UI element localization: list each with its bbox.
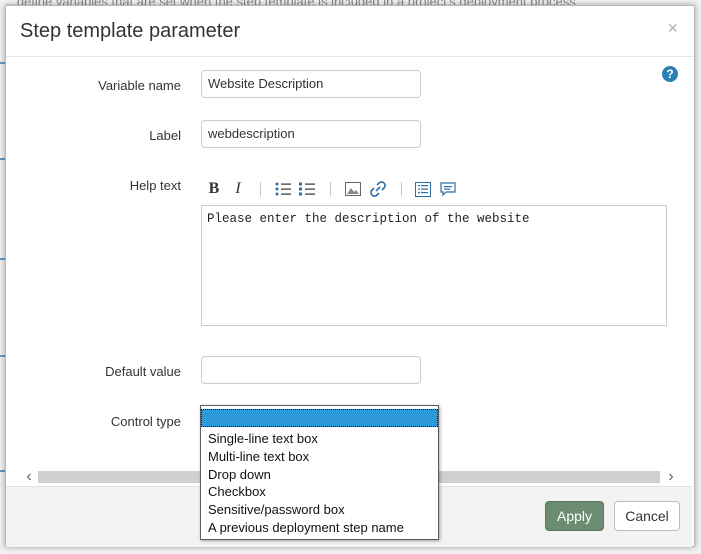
label-field-label: Label <box>149 128 181 143</box>
variable-name-label: Variable name <box>98 78 181 93</box>
italic-button[interactable]: I <box>231 178 245 200</box>
help-text-textarea[interactable]: Please enter the description of the webs… <box>201 205 667 326</box>
control-type-dropdown[interactable]: Single-line text box Multi-line text box… <box>200 405 439 540</box>
code-block-button[interactable] <box>414 178 432 200</box>
default-value-input[interactable] <box>201 356 421 384</box>
dialog-header: Step template parameter × <box>6 6 694 57</box>
control-type-option[interactable]: Single-line text box <box>201 430 438 448</box>
default-value-label: Default value <box>105 364 181 379</box>
quote-icon <box>440 181 456 196</box>
control-type-label: Control type <box>110 414 181 429</box>
cancel-button[interactable]: Cancel <box>614 501 680 531</box>
help-text-label: Help text <box>129 178 181 193</box>
toolbar-separator <box>330 182 331 196</box>
toolbar-separator <box>260 182 261 196</box>
control-type-option-blank[interactable] <box>201 409 438 427</box>
link-icon <box>370 181 386 197</box>
insert-image-button[interactable] <box>344 178 362 200</box>
bullet-list-button[interactable] <box>274 178 292 200</box>
numbered-list-icon <box>299 182 315 196</box>
scroll-left-icon[interactable]: ‹ <box>20 468 38 486</box>
code-block-icon <box>415 181 431 197</box>
control-type-option[interactable]: Multi-line text box <box>201 448 438 466</box>
control-type-option[interactable]: A previous deployment step name <box>201 519 438 537</box>
toolbar-separator <box>401 182 402 196</box>
numbered-list-button[interactable] <box>298 178 316 200</box>
image-icon <box>345 182 361 196</box>
quote-button[interactable] <box>439 178 457 200</box>
label-input[interactable]: webdescription <box>201 120 421 148</box>
scroll-right-icon[interactable]: › <box>662 468 680 486</box>
control-type-option[interactable]: Sensitive/password box <box>201 501 438 519</box>
close-icon[interactable]: × <box>667 18 678 38</box>
control-type-option[interactable]: Drop down <box>201 466 438 484</box>
control-type-option[interactable]: Checkbox <box>201 483 438 501</box>
variable-name-input[interactable]: Website Description <box>201 70 421 98</box>
insert-link-button[interactable] <box>369 178 387 200</box>
bullet-list-icon <box>275 182 291 196</box>
bold-button[interactable]: B <box>206 178 222 200</box>
apply-button[interactable]: Apply <box>545 501 604 531</box>
help-icon[interactable]: ? <box>662 66 678 82</box>
dialog-title: Step template parameter <box>20 20 241 42</box>
